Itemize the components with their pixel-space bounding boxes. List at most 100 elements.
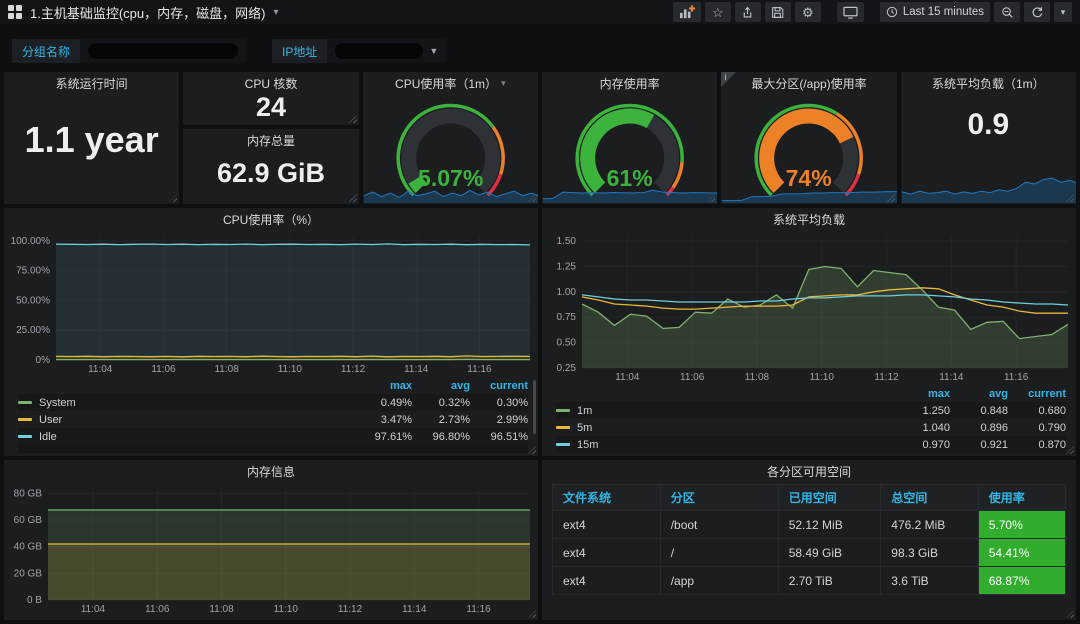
panel-title[interactable]: 内存信息 [4, 460, 538, 482]
svg-text:11:06: 11:06 [145, 604, 170, 615]
panel-title[interactable]: 各分区可用空间 [542, 460, 1076, 482]
legend-col-current[interactable]: current [470, 380, 528, 392]
series-label[interactable]: 5m [577, 422, 892, 434]
dashboards-icon[interactable] [8, 5, 22, 19]
panel-load-avg-graph: 系统平均负载 11:04 11:06 11:08 11:10 11:12 11:14 11:… [541, 208, 1076, 456]
cell-filesystem: ext4 [551, 538, 661, 567]
svg-text:11:14: 11:14 [939, 372, 964, 383]
panel-menu-caret-icon[interactable]: ▾ [501, 78, 506, 89]
col-used[interactable]: 已用空间 [777, 484, 882, 511]
dashboard-title[interactable]: 1.主机基础监控(cpu，内存，磁盘，网络) [30, 3, 265, 22]
tv-cycle-button[interactable] [836, 2, 864, 22]
svg-text:11:08: 11:08 [745, 372, 770, 383]
mem-usage-sparkline [542, 189, 718, 203]
cell-usage: 5.70% [977, 510, 1066, 539]
svg-text:80 GB: 80 GB [14, 488, 43, 499]
series-label[interactable]: Idle [39, 431, 354, 443]
series-label[interactable]: User [39, 414, 354, 426]
refresh-button[interactable] [1024, 2, 1050, 22]
svg-text:11:16: 11:16 [466, 604, 491, 615]
cpu-legend: max avg current System 0.49% 0.32% 0.30%… [4, 376, 538, 456]
panel-title[interactable]: 最大分区(/app)使用率 [721, 72, 896, 94]
variable-ip-address[interactable]: IP地址 ▼ [272, 39, 447, 63]
legend-row: 5m 1.040 0.896 0.790 [555, 419, 1066, 436]
legend-avg: 0.921 [980, 438, 1008, 451]
table-row: ext4 / 58.49 GiB 98.3 GiB 54.41% [551, 538, 1066, 567]
col-partition[interactable]: 分区 [659, 484, 779, 511]
variable-label: IP地址 [272, 39, 328, 63]
panel-mem-total: 内存总量 62.9 GiB [183, 129, 359, 204]
legend-max: 3.47% [380, 413, 412, 426]
settings-button[interactable]: ⚙ [794, 2, 821, 22]
panel-title[interactable]: 系统平均负载（1m） [901, 72, 1076, 94]
panel-app-partition-gauge: i 最大分区(/app)使用率 74% [721, 72, 897, 204]
cpu-usage-chart: 11:04 11:06 11:08 11:10 11:12 11:14 11:16 0% 25.… [11, 236, 531, 375]
variable-group-name[interactable]: 分组名称 [12, 39, 247, 63]
share-button[interactable] [734, 2, 761, 22]
refresh-interval-button[interactable]: ▾ [1054, 2, 1072, 22]
svg-text:11:12: 11:12 [341, 364, 366, 375]
legend-avg: 0.32% [438, 396, 470, 409]
cell-usage: 68.87% [977, 566, 1066, 595]
panel-title[interactable]: 系统平均负载 [542, 208, 1076, 230]
col-filesystem[interactable]: 文件系统 [551, 484, 661, 511]
save-button[interactable] [764, 2, 791, 22]
legend-col-avg[interactable]: avg [950, 388, 1008, 400]
chevron-down-icon: ▼ [429, 46, 439, 56]
col-total[interactable]: 总空间 [880, 484, 979, 511]
cell-total: 98.3 GiB [880, 538, 979, 567]
cell-total: 3.6 TiB [880, 566, 979, 595]
variable-value-redacted[interactable]: ▼ [327, 39, 447, 63]
svg-text:75.00%: 75.00% [16, 266, 50, 277]
svg-text:11:04: 11:04 [615, 372, 640, 383]
svg-text:11:08: 11:08 [215, 364, 240, 375]
zoom-out-button[interactable] [994, 2, 1020, 22]
panel-info-icon[interactable]: i [721, 72, 737, 87]
legend-row: Idle 97.61% 96.80% 96.51% [18, 428, 528, 445]
panel-cpu-cores: CPU 核数 24 [183, 72, 359, 125]
template-variables-bar: 分组名称 IP地址 ▼ [0, 38, 1080, 64]
panel-title[interactable]: 系统运行时间 [4, 72, 179, 94]
legend-col-max[interactable]: max [354, 380, 412, 392]
svg-text:1.25: 1.25 [557, 261, 577, 272]
legend-col-max[interactable]: max [892, 388, 950, 400]
panel-mem-usage-gauge: 内存使用率 61% [541, 72, 718, 204]
panel-title[interactable]: 内存使用率 [542, 72, 717, 94]
svg-text:0%: 0% [36, 355, 51, 366]
svg-text:25.00%: 25.00% [16, 325, 50, 336]
panel-mem-info-graph: 内存信息 11:04 11:06 11:08 11:10 11:12 11:14 11:16… [4, 460, 538, 620]
legend-col-current[interactable]: current [1008, 388, 1066, 400]
cell-partition: / [659, 538, 779, 567]
svg-text:11:16: 11:16 [467, 364, 492, 375]
legend-row-clipped [18, 445, 528, 453]
svg-text:11:10: 11:10 [274, 604, 299, 615]
legend-row: User 3.47% 2.73% 2.99% [18, 411, 528, 428]
svg-text:11:08: 11:08 [209, 604, 234, 615]
dashboard-title-caret-icon[interactable]: ▾ [273, 7, 278, 18]
legend-scrollbar[interactable] [532, 380, 536, 434]
svg-text:0.50: 0.50 [557, 338, 577, 349]
panel-resize-handle[interactable] [169, 194, 178, 202]
time-range-button[interactable]: Last 15 minutes [879, 2, 990, 22]
series-label[interactable]: 1m [577, 405, 892, 417]
col-usage[interactable]: 使用率 [977, 484, 1066, 511]
star-button[interactable]: ☆ [704, 2, 731, 22]
legend-avg: 96.80% [432, 430, 470, 443]
panel-title[interactable]: CPU使用率（%） [4, 208, 538, 230]
variable-value-redacted[interactable] [80, 39, 247, 63]
series-label[interactable]: 15m [577, 439, 892, 451]
legend-col-avg[interactable]: avg [412, 380, 470, 392]
panel-resize-handle[interactable] [1065, 610, 1074, 618]
table-row: ext4 /app 2.70 TiB 3.6 TiB 68.87% [551, 566, 1066, 595]
panel-load1-stat: 系统平均负载（1m） 0.9 [900, 72, 1076, 204]
panel-title[interactable]: 内存总量 [183, 129, 358, 151]
legend-current: 2.99% [496, 413, 528, 426]
series-label[interactable]: System [39, 397, 354, 409]
svg-text:0.25: 0.25 [557, 363, 577, 374]
load-avg-chart: 11:04 11:06 11:08 11:10 11:12 11:14 11:16 0.25 0… [557, 236, 1069, 383]
legend-row: System 0.49% 0.32% 0.30% [18, 394, 528, 411]
refresh-icon [1032, 6, 1042, 17]
add-panel-button[interactable] [672, 2, 701, 22]
panel-resize-handle[interactable] [348, 194, 357, 202]
cell-partition: /app [659, 566, 779, 595]
